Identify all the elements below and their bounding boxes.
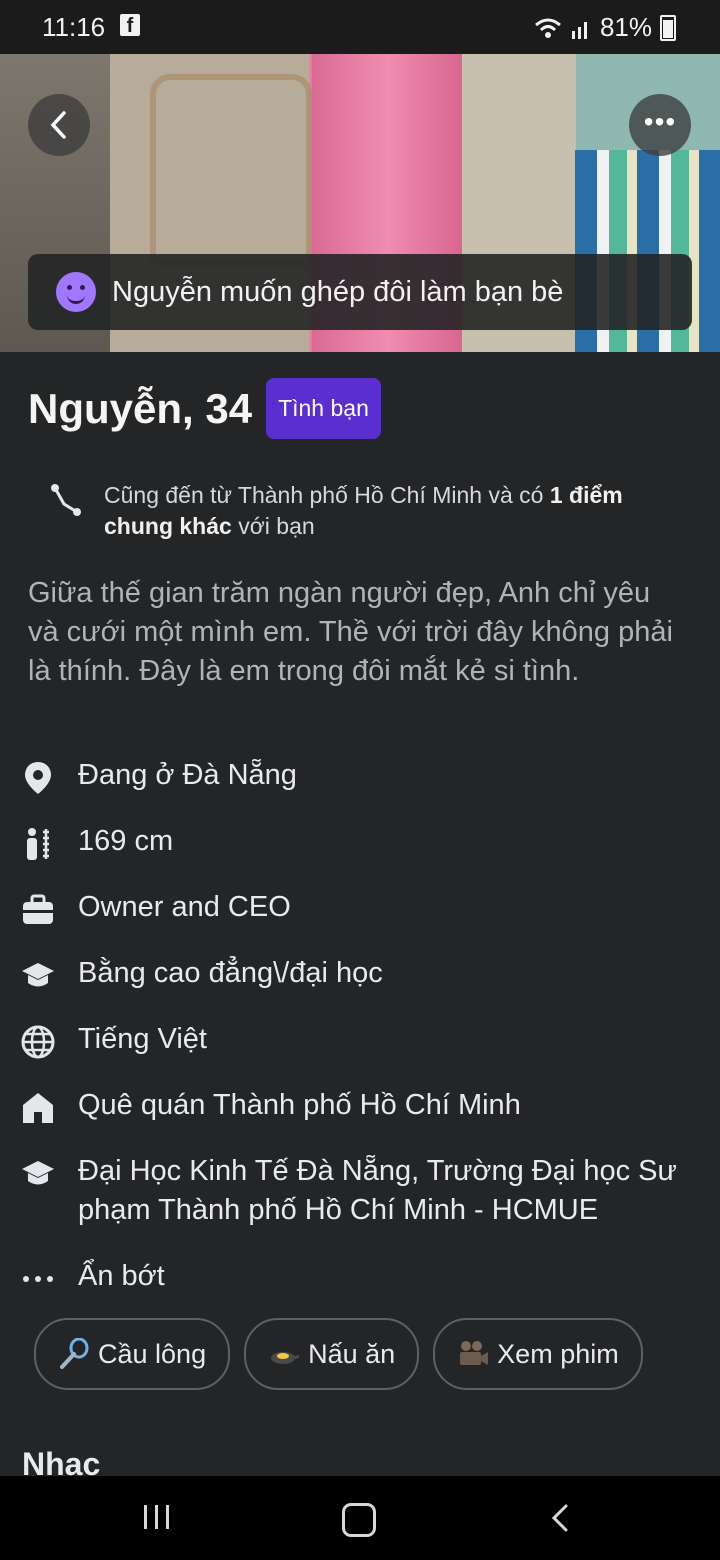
mutual-info[interactable]: Cũng đến từ Thành phố Hồ Chí Minh và có … [48, 480, 648, 542]
interest-chip-cooking[interactable]: Nấu ăn [244, 1318, 420, 1390]
battery-icon [660, 14, 676, 41]
detail-language: Tiếng Việt [20, 1020, 710, 1086]
detail-education-level: Bằng cao đẳng\/đại học [20, 954, 710, 1020]
facebook-icon: f [120, 14, 140, 37]
status-bar: 11:16 f 81% [0, 0, 720, 54]
chevron-left-icon [50, 111, 66, 139]
system-back-button[interactable] [548, 1504, 572, 1532]
interest-chip-badminton[interactable]: Cầu lông [34, 1318, 231, 1390]
connection-icon [51, 484, 81, 516]
movie-camera-icon [460, 1341, 489, 1365]
briefcase-icon [23, 894, 53, 924]
more-horizontal-icon [23, 1276, 53, 1282]
badminton-icon [60, 1338, 89, 1369]
detail-work: Owner and CEO [20, 888, 710, 954]
location-pin-icon [25, 762, 51, 794]
show-less-button[interactable]: Ẩn bớt [20, 1257, 710, 1323]
relationship-badge: Tình bạn [266, 378, 381, 439]
status-time: 11:16 [42, 12, 106, 42]
profile-name: Nguyễn, 34 [28, 384, 253, 432]
more-options-button[interactable]: ••• [629, 94, 691, 156]
detail-hometown: Quê quán Thành phố Hồ Chí Minh [20, 1086, 710, 1152]
detail-schools: Đại Học Kinh Tế Đà Nẵng, Trường Đại học … [20, 1152, 710, 1257]
graduation-cap-icon [22, 963, 54, 987]
globe-icon [21, 1025, 55, 1059]
back-button[interactable] [28, 94, 90, 156]
recent-apps-button[interactable] [142, 1504, 172, 1530]
mutual-text: Cũng đến từ Thành phố Hồ Chí Minh và có … [104, 482, 623, 539]
graduation-cap-icon [22, 1161, 54, 1185]
more-icon: ••• [643, 106, 677, 137]
home-button[interactable] [342, 1503, 376, 1537]
height-icon [27, 828, 49, 860]
detail-height: 169 cm [20, 822, 710, 888]
smile-icon [56, 272, 96, 312]
interest-chips: Cầu lông Nấu ăn Xem phim [34, 1318, 643, 1390]
detail-location: Đang ở Đà Nẵng [20, 756, 710, 822]
match-banner-text: Nguyễn muốn ghép đôi làm bạn bè [112, 275, 564, 308]
battery-percent: 81% [599, 12, 652, 42]
system-nav-bar [0, 1476, 720, 1560]
profile-header: Nguyễn, 34 Tình bạn [28, 378, 381, 439]
profile-bio: Giữa thế gian trăm ngàn người đẹp, Anh c… [28, 577, 673, 687]
home-icon [23, 1093, 53, 1123]
signal-icon [571, 21, 587, 39]
match-banner: Nguyễn muốn ghép đôi làm bạn bè [28, 254, 692, 330]
cooking-icon [271, 1352, 300, 1364]
interest-chip-movies[interactable]: Xem phim [433, 1318, 643, 1390]
status-right: 81% [534, 12, 676, 43]
wifi-icon [534, 18, 561, 38]
profile-details: Đang ở Đà Nẵng 169 cm Owner and CEO Bằng… [20, 756, 710, 1323]
